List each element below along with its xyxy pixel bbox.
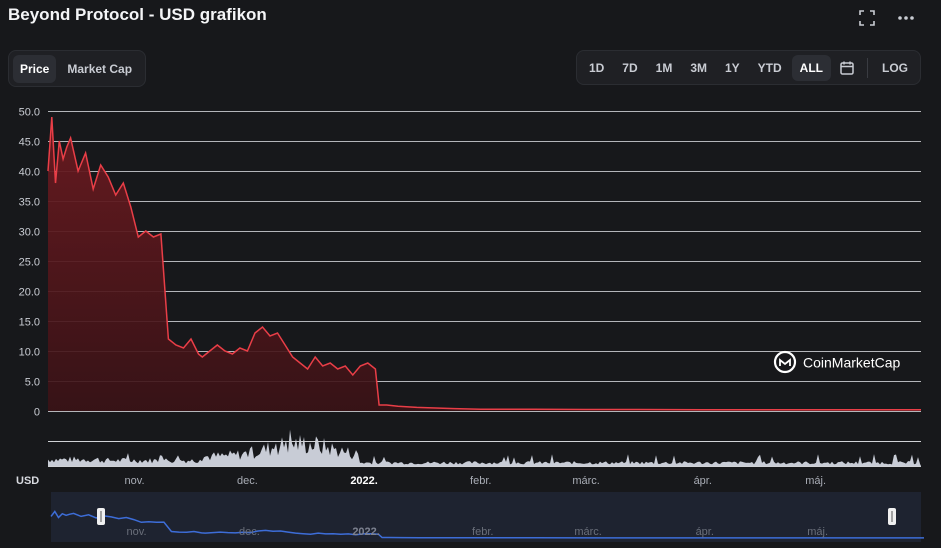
fullscreen-icon[interactable] (859, 10, 875, 26)
chart-title: Beyond Protocol - USD grafikon (8, 5, 267, 24)
x-tick-label: nov. (125, 475, 145, 487)
y-tick-label: 5.0 (25, 377, 40, 389)
watermark-logo: CoinMarketCap (773, 350, 900, 374)
range-ytd[interactable]: YTD (750, 55, 790, 81)
y-tick-label: 45.0 (19, 137, 40, 149)
y-tick-label: 30.0 (19, 227, 40, 239)
range-7d[interactable]: 7D (614, 55, 645, 81)
toolbar-divider (867, 57, 868, 78)
currency-label: USD (16, 475, 39, 487)
navigator-tick-label: máj. (807, 526, 828, 538)
time-range-selector: 1D 7D 1M 3M 1Y YTD ALL LOG (575, 50, 921, 85)
x-tick-label: dec. (237, 475, 258, 487)
x-axis-ticks: nov. dec. 2022. febr. márc. ápr. máj. (125, 475, 826, 487)
y-tick-label: 40.0 (19, 167, 40, 179)
y-tick-label: 25.0 (19, 257, 40, 269)
range-3m[interactable]: 3M (682, 55, 715, 81)
y-axis-ticks: 50.0 45.0 40.0 35.0 30.0 25.0 20.0 15.0 10.0 5.0 0 (19, 107, 40, 419)
x-tick-label: máj. (805, 475, 826, 487)
y-tick-label: 0 (34, 407, 40, 419)
calendar-icon[interactable] (833, 56, 861, 80)
price-chart: 50.0 45.0 40.0 35.0 30.0 25.0 20.0 15.0 10.0 5.0 0… (16, 107, 924, 542)
x-tick-label: ápr. (694, 475, 712, 487)
navigator-tick-label: ápr. (696, 526, 714, 538)
volume-bars (48, 429, 921, 466)
y-tick-label: 10.0 (19, 347, 40, 359)
more-horizontal-icon[interactable] (897, 15, 915, 21)
x-tick-label: 2022. (350, 475, 378, 487)
y-tick-label: 50.0 (19, 107, 40, 119)
navigator-tick-label: 2022. (352, 526, 380, 538)
navigator-tick-label: febr. (472, 526, 493, 538)
tab-price[interactable]: Price (13, 54, 57, 83)
range-navigator[interactable]: nov. dec. 2022. febr. márc. ápr. máj. (50, 492, 924, 542)
range-1m[interactable]: 1M (648, 55, 681, 81)
chart-type-toggle: Price Market Cap (8, 50, 146, 87)
navigator-tick-label: nov. (127, 526, 147, 538)
range-1d[interactable]: 1D (581, 55, 612, 81)
log-scale-button[interactable]: LOG (874, 55, 916, 81)
volume-area (48, 429, 921, 466)
price-area (48, 117, 921, 411)
y-tick-label: 15.0 (19, 317, 40, 329)
navigator-tick-label: dec. (239, 526, 260, 538)
x-tick-label: márc. (572, 475, 600, 487)
y-tick-label: 20.0 (19, 287, 40, 299)
range-1y[interactable]: 1Y (717, 55, 748, 81)
y-tick-label: 35.0 (19, 197, 40, 209)
navigator-tick-label: márc. (574, 526, 602, 538)
watermark-text: CoinMarketCap (803, 355, 900, 371)
x-tick-label: febr. (470, 475, 491, 487)
range-all[interactable]: ALL (791, 54, 831, 81)
tab-market-cap[interactable]: Market Cap (60, 55, 139, 83)
